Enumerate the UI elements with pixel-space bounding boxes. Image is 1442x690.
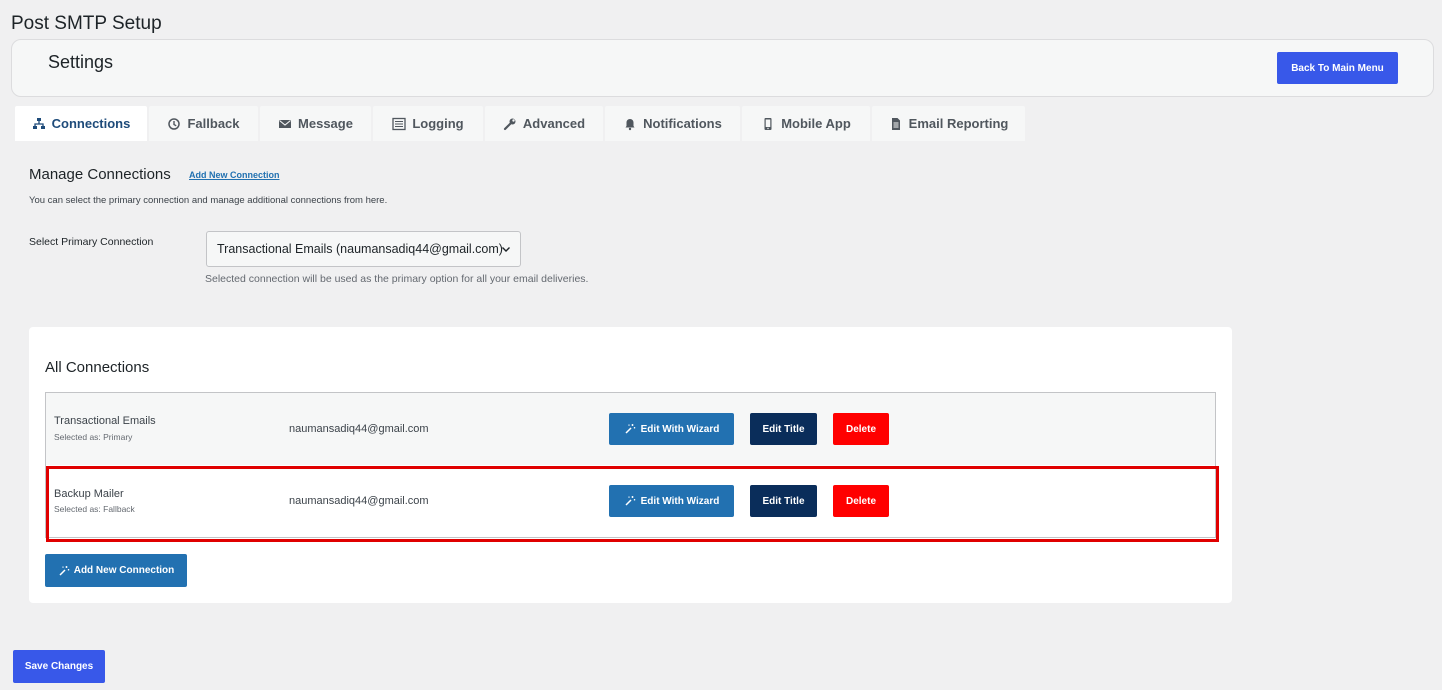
- button-label: Add New Connection: [73, 565, 175, 576]
- tab-label: Message: [298, 116, 353, 131]
- tab-label: Logging: [412, 116, 464, 131]
- all-connections-title: All Connections: [45, 359, 150, 376]
- all-connections-card: All Connections Transactional Emails Sel…: [29, 327, 1232, 603]
- tab-fallback[interactable]: Fallback: [149, 106, 258, 141]
- connection-email: naumansadiq44@gmail.com: [289, 495, 429, 507]
- primary-connection-help: Selected connection will be used as the …: [205, 273, 589, 285]
- tab-message[interactable]: Message: [260, 106, 371, 141]
- list-icon: [392, 117, 407, 130]
- edit-with-wizard-button[interactable]: Edit With Wizard: [609, 413, 734, 445]
- document-icon: [891, 117, 900, 130]
- tab-label: Advanced: [522, 116, 586, 131]
- phone-icon: [764, 117, 772, 130]
- wrench-icon: [503, 118, 516, 130]
- connection-email: naumansadiq44@gmail.com: [289, 423, 429, 435]
- tab-mobile-app[interactable]: Mobile App: [742, 106, 870, 141]
- manage-connections-description: You can select the primary connection an…: [29, 195, 388, 206]
- delete-button[interactable]: Delete: [833, 413, 889, 445]
- sitemap-icon: [32, 117, 45, 129]
- table-row: Transactional Emails Selected as: Primar…: [46, 393, 1215, 465]
- primary-connection-label: Select Primary Connection: [29, 236, 154, 248]
- tab-email-reporting[interactable]: Email Reporting: [872, 106, 1025, 141]
- history-icon: [168, 117, 181, 130]
- envelope-icon: [279, 119, 292, 128]
- edit-title-button[interactable]: Edit Title: [750, 413, 817, 445]
- connection-selected-as: Selected as: Primary: [54, 432, 133, 442]
- settings-header: Settings Back To Main Menu: [11, 39, 1434, 97]
- tab-label: Mobile App: [781, 116, 851, 131]
- tab-label: Notifications: [643, 116, 722, 131]
- tab-notifications[interactable]: Notifications: [605, 106, 740, 141]
- magic-wand-icon: [625, 424, 635, 434]
- magic-wand-icon: [625, 496, 635, 506]
- tab-advanced[interactable]: Advanced: [485, 106, 603, 141]
- add-new-connection-link[interactable]: Add New Connection: [189, 170, 280, 180]
- connections-table: Transactional Emails Selected as: Primar…: [45, 392, 1216, 538]
- manage-connections-title: Manage Connections: [29, 166, 171, 183]
- tab-label: Email Reporting: [908, 116, 1009, 131]
- add-new-connection-button[interactable]: Add New Connection: [45, 554, 187, 587]
- table-row: Backup Mailer Selected as: Fallback naum…: [46, 465, 1215, 537]
- tab-bar: Connections Fallback Message Logging Adv…: [15, 106, 1025, 141]
- save-changes-button[interactable]: Save Changes: [13, 650, 105, 683]
- primary-connection-value: Transactional Emails (naumansadiq44@gmai…: [217, 242, 503, 256]
- connection-name: Backup Mailer: [54, 488, 124, 500]
- tab-connections[interactable]: Connections: [15, 106, 147, 141]
- bell-icon: [625, 118, 635, 130]
- back-to-main-menu-button[interactable]: Back To Main Menu: [1277, 52, 1398, 84]
- settings-title: Settings: [48, 52, 114, 72]
- connection-name: Transactional Emails: [54, 415, 156, 427]
- tab-logging[interactable]: Logging: [373, 106, 483, 141]
- connection-selected-as: Selected as: Fallback: [54, 504, 135, 514]
- button-label: Edit With Wizard: [640, 423, 720, 435]
- tab-label: Fallback: [187, 116, 240, 131]
- button-label: Edit With Wizard: [640, 495, 720, 507]
- delete-button[interactable]: Delete: [833, 485, 889, 517]
- page-title: Post SMTP Setup: [11, 13, 162, 34]
- primary-connection-select[interactable]: Transactional Emails (naumansadiq44@gmai…: [206, 231, 521, 267]
- magic-wand-icon: [59, 565, 70, 576]
- edit-with-wizard-button[interactable]: Edit With Wizard: [609, 485, 734, 517]
- tab-label: Connections: [51, 116, 131, 131]
- edit-title-button[interactable]: Edit Title: [750, 485, 817, 517]
- chevron-down-icon: [502, 247, 510, 252]
